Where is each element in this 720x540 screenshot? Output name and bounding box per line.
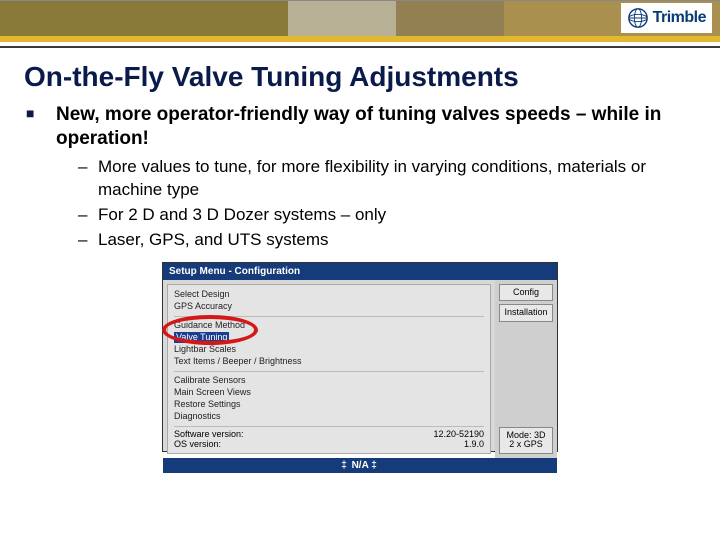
updown-icon: ‡ xyxy=(341,460,349,471)
menu-panel: Select Design GPS Accuracy Guidance Meth… xyxy=(167,284,491,454)
bullet-text: New, more operator-friendly way of tunin… xyxy=(56,104,661,149)
subbullet-text: More values to tune, for more flexibilit… xyxy=(98,157,646,199)
menu-item-lightbar-scales[interactable]: Lightbar Scales xyxy=(174,344,484,355)
slide-content: On-the-Fly Valve Tuning Adjustments New,… xyxy=(0,48,720,452)
software-version-value: 12.20-52190 xyxy=(433,429,484,439)
slide-title: On-the-Fly Valve Tuning Adjustments xyxy=(24,62,692,93)
slide-banner: Trimble xyxy=(0,0,720,36)
menu-item-select-design[interactable]: Select Design xyxy=(174,289,484,300)
menu-divider xyxy=(174,426,484,427)
setup-menu-window: Setup Menu - Configuration Select Design… xyxy=(162,262,558,452)
bullet-list-level2: More values to tune, for more flexibilit… xyxy=(56,156,696,252)
os-version-label: OS version: xyxy=(174,439,221,449)
window-footer: ‡ N/A ‡ xyxy=(163,458,557,473)
config-button[interactable]: Config xyxy=(499,284,553,301)
brand-logo: Trimble xyxy=(621,3,712,33)
bullet-item: New, more operator-friendly way of tunin… xyxy=(44,103,696,252)
subbullet-item: Laser, GPS, and UTS systems xyxy=(96,229,696,252)
globe-icon xyxy=(627,7,649,29)
footer-text: N/A xyxy=(352,460,369,471)
version-block: Software version: 12.20-52190 OS version… xyxy=(174,424,484,449)
software-version-label: Software version: xyxy=(174,429,244,439)
menu-divider xyxy=(174,371,484,372)
embedded-screenshot-wrap: Setup Menu - Configuration Select Design… xyxy=(24,262,696,452)
menu-item-valve-tuning-label: Valve Tuning xyxy=(174,332,229,343)
accent-strip xyxy=(0,36,720,42)
installation-button[interactable]: Installation xyxy=(499,304,553,321)
subbullet-text: For 2 D and 3 D Dozer systems – only xyxy=(98,205,386,224)
os-version-value: 1.9.0 xyxy=(464,439,484,449)
menu-item-main-screen-views[interactable]: Main Screen Views xyxy=(174,387,484,398)
menu-item-guidance-method[interactable]: Guidance Method xyxy=(174,320,484,331)
subbullet-item: More values to tune, for more flexibilit… xyxy=(96,156,696,202)
window-body: Select Design GPS Accuracy Guidance Meth… xyxy=(163,280,557,458)
menu-item-diagnostics[interactable]: Diagnostics xyxy=(174,411,484,422)
menu-item-calibrate-sensors[interactable]: Calibrate Sensors xyxy=(174,375,484,386)
mode-button[interactable]: Mode: 3D 2 x GPS xyxy=(499,427,553,454)
brand-name: Trimble xyxy=(653,9,706,27)
updown-icon: ‡ xyxy=(371,460,379,471)
menu-divider xyxy=(174,316,484,317)
window-titlebar: Setup Menu - Configuration xyxy=(163,263,557,280)
side-buttons: Config Installation Mode: 3D 2 x GPS xyxy=(495,280,557,458)
menu-item-restore-settings[interactable]: Restore Settings xyxy=(174,399,484,410)
menu-item-gps-accuracy[interactable]: GPS Accuracy xyxy=(174,301,484,312)
subbullet-item: For 2 D and 3 D Dozer systems – only xyxy=(96,204,696,227)
menu-item-valve-tuning[interactable]: Valve Tuning xyxy=(174,332,484,343)
bullet-list-level1: New, more operator-friendly way of tunin… xyxy=(24,103,696,252)
menu-item-text-brightness[interactable]: Text Items / Beeper / Brightness xyxy=(174,356,484,367)
subbullet-text: Laser, GPS, and UTS systems xyxy=(98,230,329,249)
